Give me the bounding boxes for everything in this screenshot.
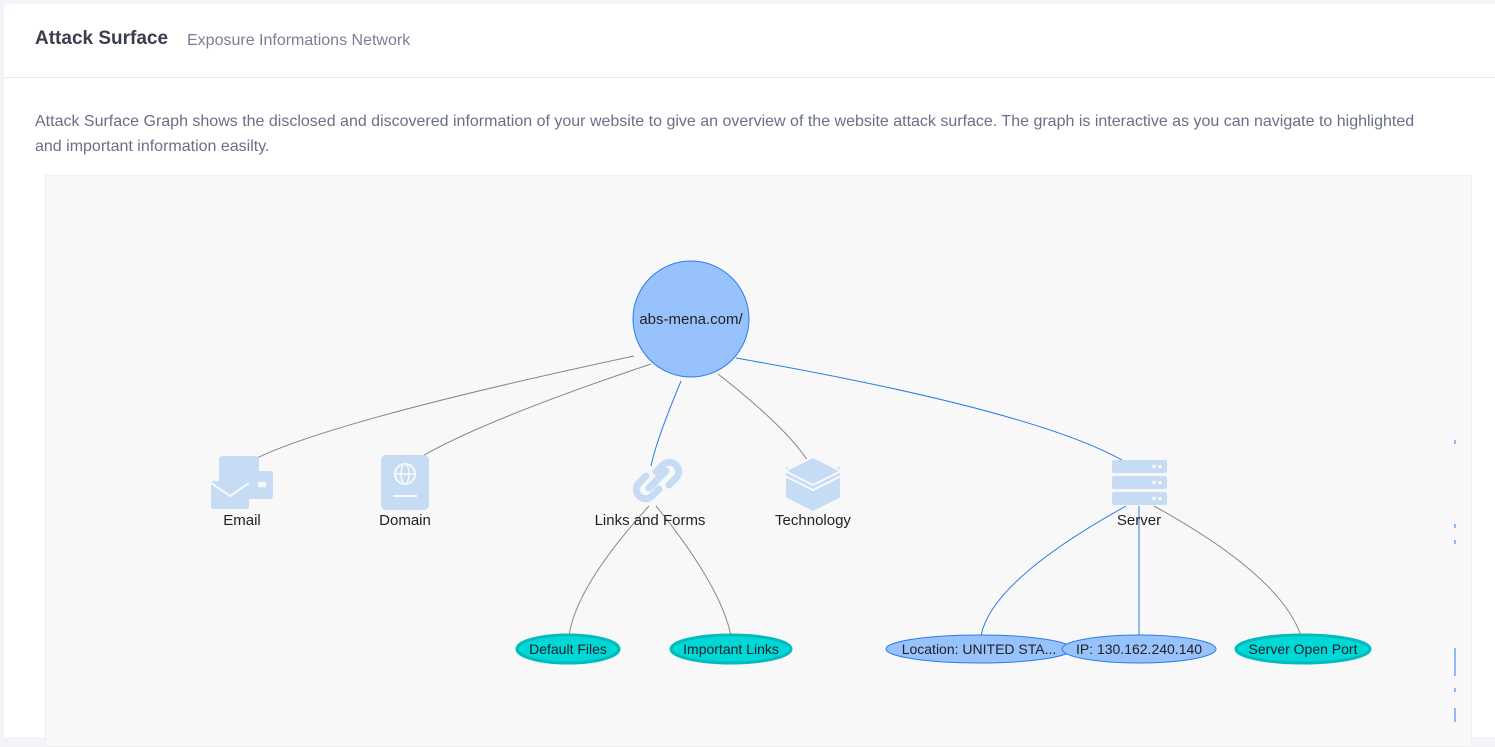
page-title: Attack Surface	[35, 28, 169, 49]
attack-surface-card: Attack Surface Exposure Informations Net…	[4, 4, 1495, 747]
graph-canvas[interactable]: abs-mena.com/ Email Domain Links and For…	[46, 176, 1471, 742]
edge-server-location	[980, 505, 1127, 637]
leaf-label: Important Links	[683, 641, 779, 657]
leaf-label: IP: 130.162.240.140	[1076, 641, 1202, 657]
category-domain[interactable]: Domain	[379, 455, 431, 529]
category-email[interactable]: Email	[210, 456, 273, 529]
category-technology[interactable]: Technology	[775, 455, 851, 529]
layers-icon	[782, 455, 844, 514]
edge-root-email	[241, 355, 635, 467]
leaf-label: Location: UNITED STA...	[902, 641, 1057, 657]
edge-server-open-port	[1153, 505, 1302, 637]
page-subtitle: Exposure Informations Network	[187, 32, 411, 49]
category-label: Links and Forms	[595, 512, 706, 529]
domain-icon	[381, 455, 429, 510]
leaf-location[interactable]: Location: UNITED STA...	[885, 634, 1073, 664]
server-icon	[1112, 460, 1167, 505]
leaf-default-files[interactable]: Default Files	[515, 633, 621, 665]
leaf-important-links[interactable]: Important Links	[669, 633, 793, 665]
root-node-label: abs-mena.com/	[639, 311, 743, 328]
card-header: Attack Surface Exposure Informations Net…	[4, 4, 1495, 78]
graph-description: Attack Surface Graph shows the disclosed…	[35, 113, 1415, 155]
attack-surface-graph[interactable]: abs-mena.com/ Email Domain Links and For…	[45, 175, 1472, 747]
category-label: Technology	[775, 512, 851, 529]
category-links-and-forms[interactable]: Links and Forms	[595, 458, 706, 529]
category-label: Email	[223, 512, 261, 529]
edge-root-server	[735, 357, 1140, 472]
leaf-server-open-port[interactable]: Server Open Port	[1234, 633, 1372, 665]
category-label: Domain	[379, 512, 431, 529]
email-icon	[210, 456, 273, 509]
leaf-label: Default Files	[529, 641, 607, 657]
edge-root-technology	[717, 373, 812, 467]
leaf-label: Server Open Port	[1249, 641, 1358, 657]
category-server[interactable]: Server	[1112, 460, 1167, 529]
category-label: Server	[1117, 512, 1161, 529]
root-node[interactable]: abs-mena.com/	[632, 260, 750, 378]
leaf-ip[interactable]: IP: 130.162.240.140	[1061, 634, 1217, 664]
link-icon	[632, 458, 683, 503]
edge-root-links	[650, 380, 682, 467]
